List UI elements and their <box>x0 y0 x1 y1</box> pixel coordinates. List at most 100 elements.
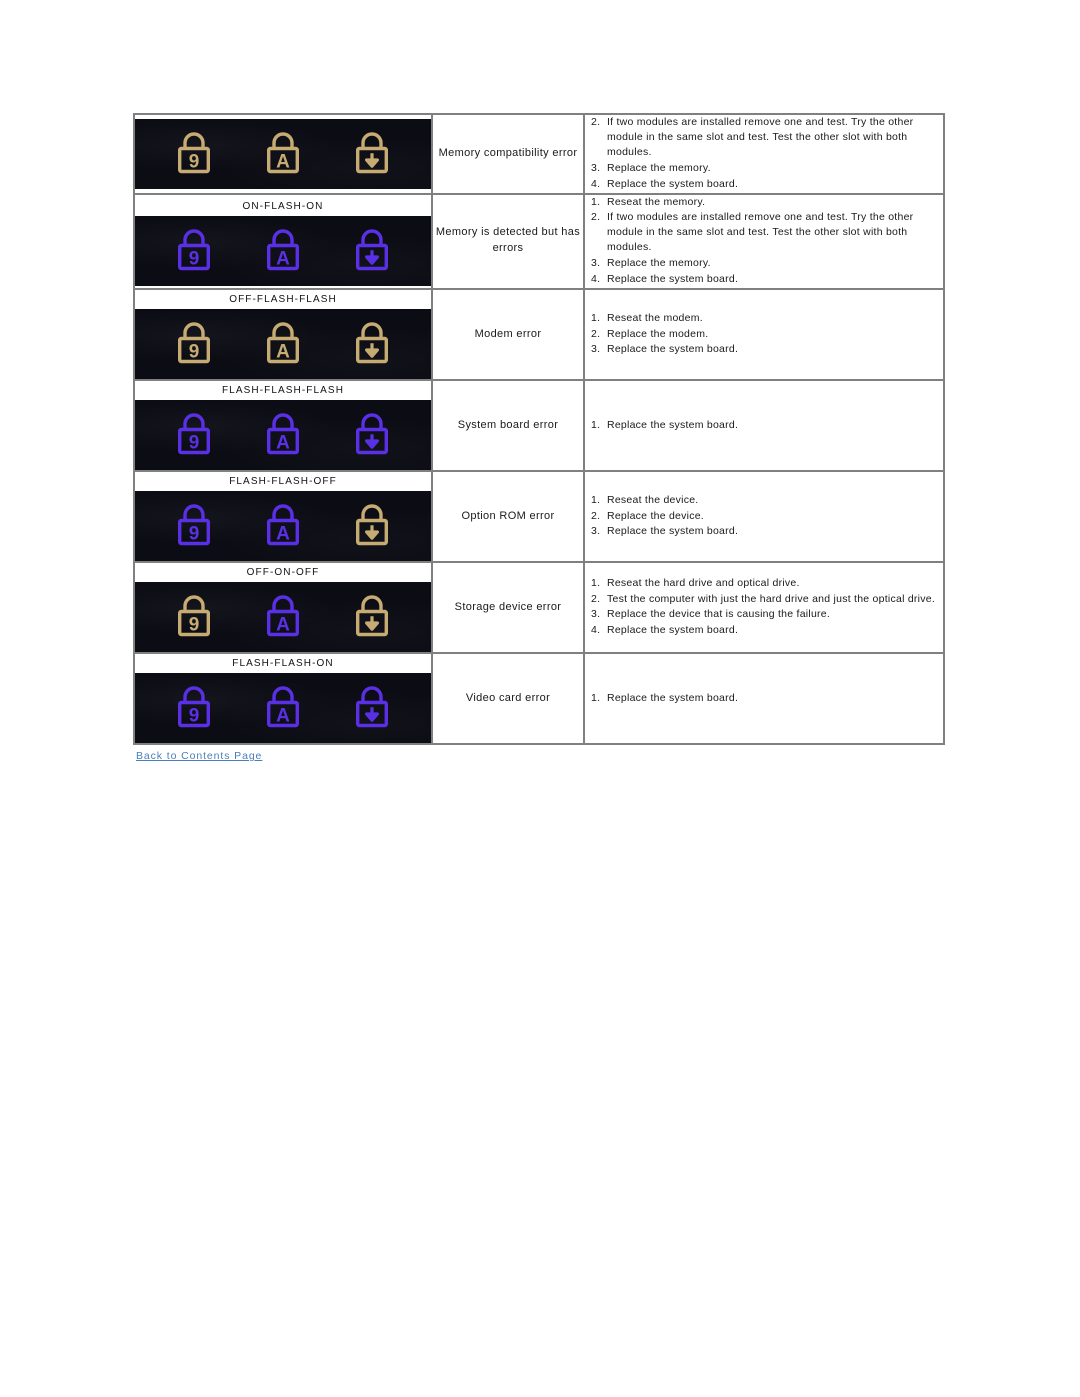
resolution-steps-cell: 1. Reseat the memory. 2. If two modules are… <box>583 192 945 290</box>
diagnostic-led-code-table: 9 A Memory compatibility error 2. If two mod… <box>133 113 945 745</box>
caps-lock-led-icon: A <box>261 227 305 275</box>
step-number: 2. <box>591 211 601 224</box>
step-text: Replace the system board. <box>607 624 739 637</box>
caps-lock-led-icon: A <box>261 130 305 178</box>
step-number: 2. <box>591 592 601 605</box>
led-indicator-strip: 9A <box>135 581 431 652</box>
document-page: 9 A Memory compatibility error 2. If two mod… <box>0 0 1080 1397</box>
resolution-steps-list: 1. Reseat the device. 2. Replace the device… <box>585 493 943 540</box>
caps-lock-led-icon: A <box>261 411 305 459</box>
svg-text:9: 9 <box>188 341 199 362</box>
led-indicator-strip: 9A <box>135 118 431 189</box>
step-number: 3. <box>591 343 601 356</box>
table-row: FLASH-FLASH-ON 9 A Video card error 1. Replac… <box>133 651 945 745</box>
step-text: Reseat the memory. <box>607 195 706 208</box>
scroll-lock-led-icon <box>350 684 394 732</box>
step-text: If two modules are installed remove one … <box>607 116 914 158</box>
caps-lock-led-icon: A <box>261 684 305 732</box>
resolution-steps-list: 1. Reseat the memory. 2. If two modules are… <box>585 195 943 287</box>
table-row: OFF-ON-OFF 9 A Storage device error 1. Reseat… <box>133 560 945 654</box>
resolution-steps-list: 1. Replace the system board. <box>585 691 943 706</box>
led-indicator-strip: 9A <box>135 215 431 286</box>
step-number: 1. <box>591 418 601 431</box>
resolution-step: 1. Replace the system board. <box>585 691 943 706</box>
led-pattern-cell: FLASH-FLASH-FLASH 9 A <box>133 378 433 472</box>
step-text: Test the computer with just the hard dri… <box>607 592 935 605</box>
step-number: 4. <box>591 624 601 637</box>
resolution-step: 3. Replace the system board. <box>585 524 943 539</box>
step-text: Replace the device. <box>607 509 704 522</box>
table-row: FLASH-FLASH-FLASH 9 A System board error 1. R… <box>133 378 945 472</box>
step-number: 2. <box>591 116 601 128</box>
led-pattern-cell: FLASH-FLASH-OFF 9 A <box>133 469 433 563</box>
back-to-contents-link[interactable]: Back to Contents Page <box>136 750 262 762</box>
resolution-step: 2. Replace the modem. <box>585 327 943 342</box>
led-state-label: FLASH-FLASH-ON <box>135 653 431 673</box>
resolution-steps-cell: 1. Reseat the hard drive and optical driv… <box>583 560 945 654</box>
led-indicator-strip: 9A <box>135 490 431 561</box>
num-lock-led-icon: 9 <box>172 502 216 550</box>
num-lock-led-icon: 9 <box>172 684 216 732</box>
step-number: 3. <box>591 525 601 538</box>
num-lock-led-icon: 9 <box>172 411 216 459</box>
resolution-steps-list: 2. If two modules are installed remove on… <box>585 115 943 192</box>
error-description-cell: Video card error <box>431 651 585 745</box>
table-body: 9 A Memory compatibility error 2. If two mod… <box>133 113 945 745</box>
led-pattern-cell: ON-FLASH-ON 9 A <box>133 192 433 290</box>
scroll-lock-led-icon <box>350 320 394 368</box>
table-row: FLASH-FLASH-OFF 9 A Option ROM error 1. Resea… <box>133 469 945 563</box>
scroll-lock-led-icon <box>350 502 394 550</box>
svg-text:A: A <box>276 248 290 269</box>
svg-text:A: A <box>276 523 290 544</box>
resolution-step: 1. Reseat the hard drive and optical driv… <box>585 576 943 591</box>
step-number: 1. <box>591 576 601 589</box>
caps-lock-led-icon: A <box>261 593 305 641</box>
svg-text:A: A <box>276 341 290 362</box>
resolution-step: 3. Replace the memory. <box>585 161 943 176</box>
resolution-steps-list: 1. Replace the system board. <box>585 418 943 433</box>
led-state-label: OFF-ON-OFF <box>135 562 431 582</box>
resolution-steps-list: 1. Reseat the hard drive and optical driv… <box>585 576 943 639</box>
led-state-label: FLASH-FLASH-OFF <box>135 471 431 491</box>
resolution-steps-list: 1. Reseat the modem. 2. Replace the modem. 3… <box>585 311 943 358</box>
step-number: 4. <box>591 273 601 286</box>
error-description-cell: Memory is detected but has errors <box>431 192 585 290</box>
step-number: 1. <box>591 493 601 506</box>
resolution-step: 1. Reseat the device. <box>585 493 943 508</box>
step-text: Replace the system board. <box>607 177 739 190</box>
step-number: 3. <box>591 257 601 270</box>
svg-text:9: 9 <box>188 523 199 544</box>
step-number: 1. <box>591 691 601 704</box>
step-text: Reseat the hard drive and optical drive. <box>607 576 800 589</box>
resolution-step: 4. Replace the system board. <box>585 272 943 287</box>
svg-text:A: A <box>276 151 290 172</box>
error-description-cell: Storage device error <box>431 560 585 654</box>
svg-text:9: 9 <box>188 614 199 635</box>
scroll-lock-led-icon <box>350 227 394 275</box>
error-description-cell: Modem error <box>431 287 585 381</box>
num-lock-led-icon: 9 <box>172 227 216 275</box>
svg-text:A: A <box>276 432 290 453</box>
led-state-label: ON-FLASH-ON <box>135 196 431 216</box>
error-description-cell: Memory compatibility error <box>431 113 585 195</box>
step-text: Reseat the device. <box>607 493 699 506</box>
step-text: Replace the system board. <box>607 691 739 704</box>
num-lock-led-icon: 9 <box>172 593 216 641</box>
resolution-steps-cell: 1. Reseat the modem. 2. Replace the modem. 3… <box>583 287 945 381</box>
step-text: Replace the device that is causing the f… <box>607 608 831 621</box>
step-text: Replace the memory. <box>607 257 711 270</box>
step-number: 1. <box>591 195 601 208</box>
resolution-steps-cell: 1. Replace the system board. <box>583 651 945 745</box>
caps-lock-led-icon: A <box>261 502 305 550</box>
led-pattern-cell: OFF-ON-OFF 9 A <box>133 560 433 654</box>
resolution-step: 1. Reseat the modem. <box>585 311 943 326</box>
led-state-label: OFF-FLASH-FLASH <box>135 289 431 309</box>
resolution-step: 2. If two modules are installed remove on… <box>585 115 943 160</box>
scroll-lock-led-icon <box>350 593 394 641</box>
step-text: Replace the system board. <box>607 343 739 356</box>
scroll-lock-led-icon <box>350 130 394 178</box>
resolution-step: 2. Replace the device. <box>585 509 943 524</box>
step-number: 1. <box>591 311 601 324</box>
svg-text:9: 9 <box>188 248 199 269</box>
caps-lock-led-icon: A <box>261 320 305 368</box>
